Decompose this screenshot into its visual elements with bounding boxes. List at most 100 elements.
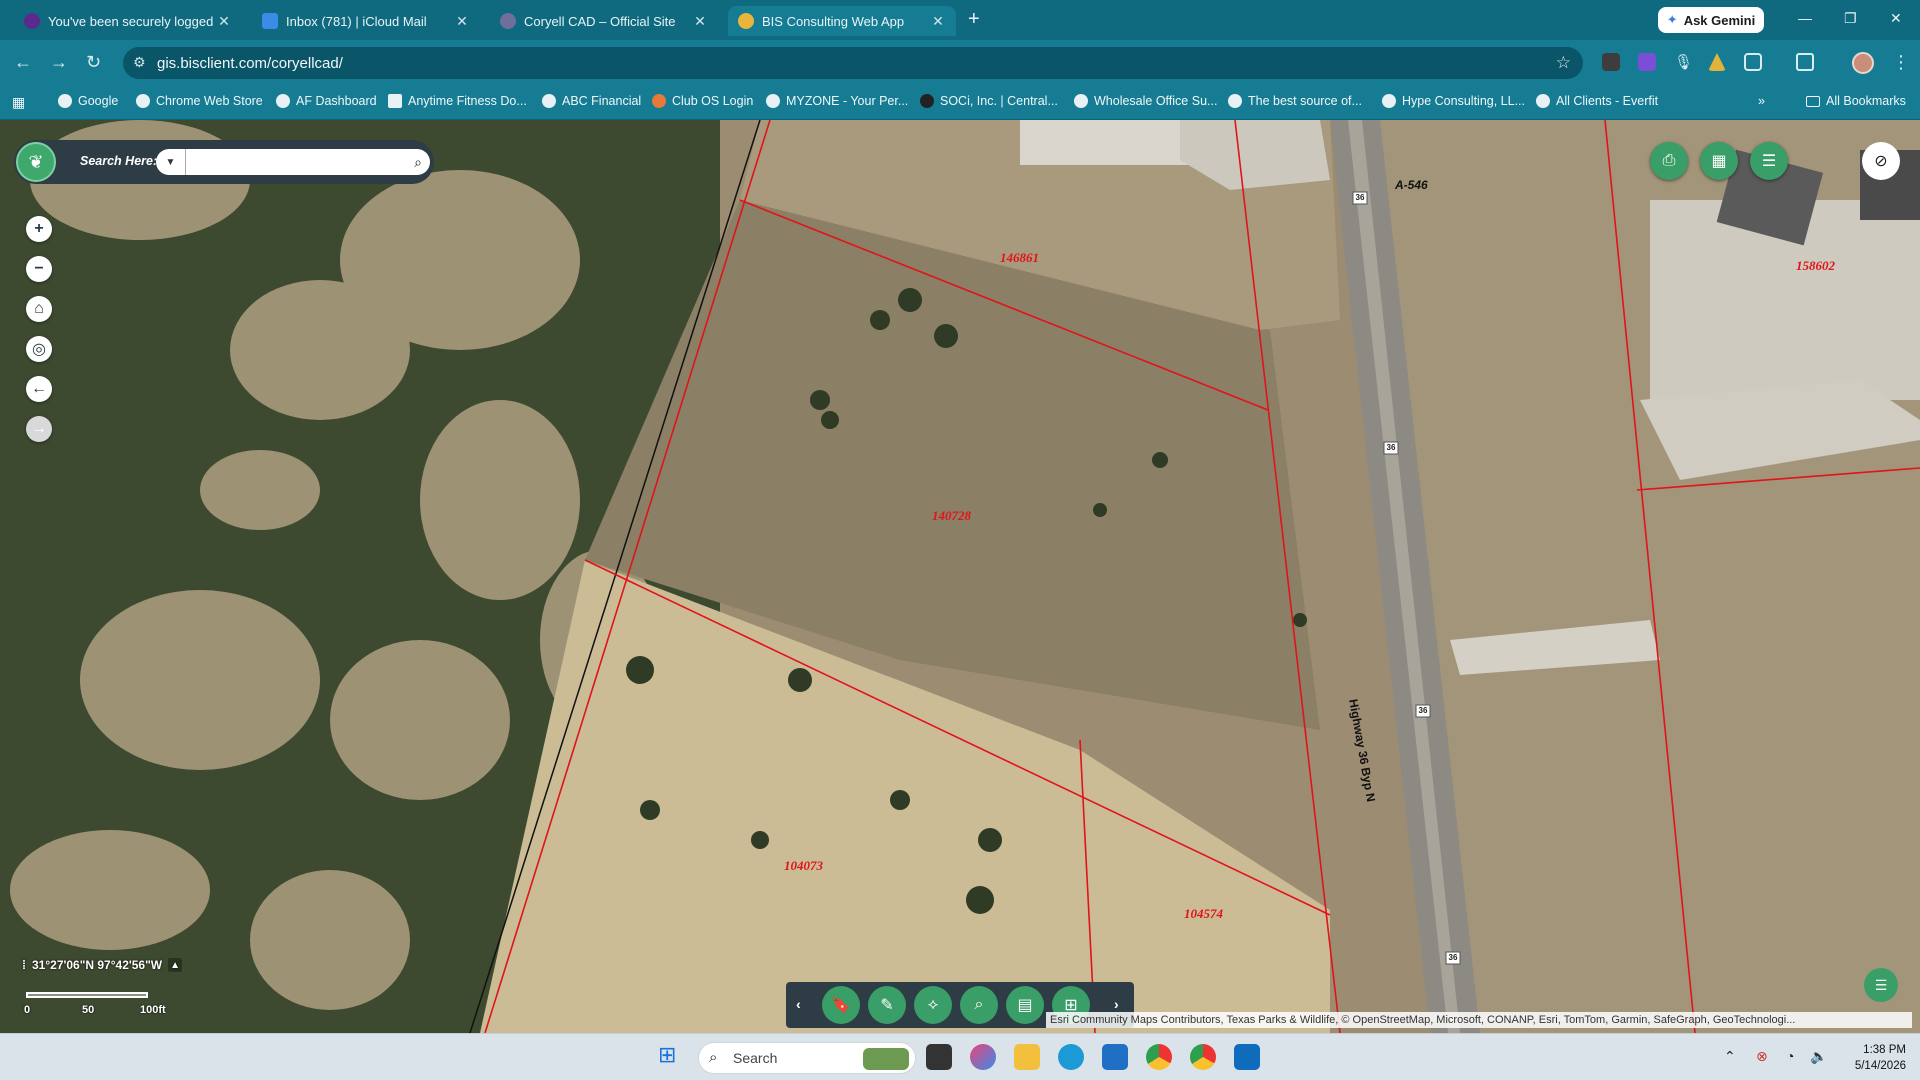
toggle-visibility-button[interactable]: ⊘ xyxy=(1862,142,1900,180)
profile-avatar[interactable] xyxy=(1852,52,1874,74)
minimize-icon[interactable]: — xyxy=(1798,10,1812,26)
close-icon[interactable]: ✕ xyxy=(692,13,708,30)
move-handle-icon[interactable]: ⁞ xyxy=(22,958,26,972)
map-view[interactable]: 36 36 36 36 146861 158602 140728 104073 … xyxy=(0,120,1920,1033)
tab-logged-out[interactable]: You've been securely logged o ✕ xyxy=(14,6,242,36)
more-bookmarks-button[interactable]: » xyxy=(1758,94,1765,108)
drive-icon[interactable] xyxy=(1708,53,1726,71)
zoom-out-button[interactable]: − xyxy=(26,256,52,282)
new-tab-button[interactable]: + xyxy=(968,8,980,31)
legend-list-button[interactable]: ☰ xyxy=(1864,968,1898,1002)
clock-date: 5/14/2026 xyxy=(1854,1060,1906,1072)
side-panel-icon[interactable] xyxy=(1796,53,1814,71)
table-tool-button[interactable]: ▤ xyxy=(1006,986,1044,1024)
bookmark-hype-consulting[interactable]: Hype Consulting, LL... xyxy=(1382,94,1525,108)
bookmark-soci[interactable]: SOCi, Inc. | Central... xyxy=(920,94,1058,108)
network-alert-icon[interactable]: ⊗ xyxy=(1756,1048,1768,1065)
tab-icloud-mail[interactable]: Inbox (781) | iCloud Mail ✕ xyxy=(252,6,480,36)
route-shield-label: 36 xyxy=(1418,706,1428,715)
locate-button[interactable]: ◎ xyxy=(26,336,52,362)
home-button[interactable]: ⌂ xyxy=(26,296,52,322)
file-explorer-icon[interactable] xyxy=(1014,1044,1040,1070)
chevron-left-icon[interactable]: ‹ xyxy=(796,996,801,1012)
menu-kebab-icon[interactable]: ⋮ xyxy=(1892,52,1910,73)
map-attribution: Esri Community Maps Contributors, Texas … xyxy=(1046,1012,1912,1028)
bookmark-af-dashboard[interactable]: AF Dashboard xyxy=(276,94,377,108)
print-button[interactable]: ⎙ xyxy=(1650,142,1688,180)
next-extent-button[interactable]: → xyxy=(26,416,52,442)
restore-icon[interactable]: ❐ xyxy=(1844,10,1857,27)
windows-start-icon[interactable]: ⊞ xyxy=(658,1042,684,1068)
close-icon[interactable]: ✕ xyxy=(930,13,946,30)
reload-icon[interactable]: ↻ xyxy=(86,52,101,73)
road-label-a546: A-546 xyxy=(1395,178,1428,192)
chevron-right-icon[interactable]: › xyxy=(1114,996,1119,1012)
search-button[interactable]: ⌕ xyxy=(406,149,430,175)
task-view-icon[interactable] xyxy=(926,1044,952,1070)
apps-grid-icon[interactable]: ▦ xyxy=(12,94,25,111)
bookmark-label: Google xyxy=(78,94,119,108)
basemap-gallery-button[interactable]: ▦ xyxy=(1700,142,1738,180)
outlook-icon[interactable] xyxy=(1234,1044,1260,1070)
close-window-icon[interactable]: ✕ xyxy=(1890,10,1902,27)
layers-icon: ☰ xyxy=(1761,153,1777,170)
forward-arrow-icon[interactable]: → xyxy=(50,52,68,73)
taskbar-search[interactable]: ⌕ Search xyxy=(698,1042,916,1074)
bookmark-best-source[interactable]: The best source of... xyxy=(1228,94,1362,108)
map-search-input[interactable] xyxy=(186,149,406,175)
back-arrow-icon[interactable]: ← xyxy=(14,52,32,73)
all-bookmarks-button[interactable]: All Bookmarks xyxy=(1806,94,1906,108)
bookmark-club-os[interactable]: Club OS Login xyxy=(652,94,753,108)
bookmark-star-icon[interactable]: ☆ xyxy=(1556,53,1571,73)
chrome-icon[interactable] xyxy=(1146,1044,1172,1070)
bookmark-abc-financial[interactable]: ABC Financial xyxy=(542,94,641,108)
previous-extent-button[interactable]: ← xyxy=(26,376,52,402)
copilot-icon[interactable] xyxy=(970,1044,996,1070)
query-tool-button[interactable]: ⌕ xyxy=(960,986,998,1024)
bookmarks-tool-button[interactable]: 🔖 xyxy=(822,986,860,1024)
chrome-profile-icon[interactable] xyxy=(1190,1044,1216,1070)
address-bar[interactable]: ⚙ gis.bisclient.com/coryellcad/ ☆ xyxy=(123,47,1583,79)
system-clock[interactable]: 1:38 PM 5/14/2026 xyxy=(1840,1042,1906,1074)
app-logo-icon[interactable]: ❦ xyxy=(16,142,56,182)
all-bookmarks-label: All Bookmarks xyxy=(1826,94,1906,108)
bookmark-chrome-web-store[interactable]: Chrome Web Store xyxy=(136,94,263,108)
microphone-icon[interactable]: 🎙 xyxy=(1674,53,1693,71)
globe-icon xyxy=(1228,94,1242,108)
bookmark-everfit[interactable]: All Clients - Everfit xyxy=(1536,94,1658,108)
parcel-label[interactable]: 140728 xyxy=(932,508,971,524)
bookmark-wholesale-office[interactable]: Wholesale Office Su... xyxy=(1074,94,1217,108)
ask-gemini-button[interactable]: ✦ Ask Gemini xyxy=(1658,7,1764,33)
volume-icon[interactable]: 🔈 xyxy=(1810,1048,1827,1065)
layers-button[interactable]: ☰ xyxy=(1750,142,1788,180)
aerial-imagery xyxy=(0,120,1920,1033)
zoom-in-button[interactable]: + xyxy=(26,216,52,242)
tab-title: BIS Consulting Web App xyxy=(762,13,905,29)
bookmark-anytime-fitness[interactable]: Anytime Fitness Do... xyxy=(388,94,527,108)
chevron-up-icon[interactable]: ▲ xyxy=(168,958,183,972)
map-search-widget: ❦ Search Here: ▼ ⌕ xyxy=(14,140,434,184)
photos-icon[interactable] xyxy=(1102,1044,1128,1070)
parcel-label[interactable]: 104073 xyxy=(784,858,823,874)
bookmark-google[interactable]: Google xyxy=(58,94,118,108)
parcel-label[interactable]: 146861 xyxy=(1000,250,1039,266)
bookmarks-bar: ▦ Google Chrome Web Store AF Dashboard A… xyxy=(0,86,1920,120)
extension-icon[interactable] xyxy=(1638,53,1656,71)
extensions-puzzle-icon[interactable] xyxy=(1744,53,1762,71)
draw-tool-button[interactable]: ✎ xyxy=(868,986,906,1024)
tab-bis-consulting[interactable]: BIS Consulting Web App ✕ xyxy=(728,6,956,36)
bookmark-myzone[interactable]: MYZONE - Your Per... xyxy=(766,94,908,108)
close-icon[interactable]: ✕ xyxy=(216,13,232,30)
edge-icon[interactable] xyxy=(1058,1044,1084,1070)
parcel-label[interactable]: 158602 xyxy=(1796,258,1835,274)
extension-icon[interactable] xyxy=(1602,53,1620,71)
parcel-label[interactable]: 104574 xyxy=(1184,906,1223,922)
close-icon[interactable]: ✕ xyxy=(454,13,470,30)
measure-tool-button[interactable]: ⟡ xyxy=(914,986,952,1024)
bookmark-label: Wholesale Office Su... xyxy=(1094,94,1218,108)
wifi-icon[interactable]: ◔ xyxy=(1786,1048,1794,1064)
search-type-dropdown[interactable]: ▼ xyxy=(156,149,186,175)
tab-coryell-cad[interactable]: Coryell CAD – Official Site ✕ xyxy=(490,6,718,36)
site-info-icon[interactable]: ⚙ xyxy=(133,54,146,71)
chevron-up-icon[interactable]: ⌃ xyxy=(1724,1048,1736,1065)
